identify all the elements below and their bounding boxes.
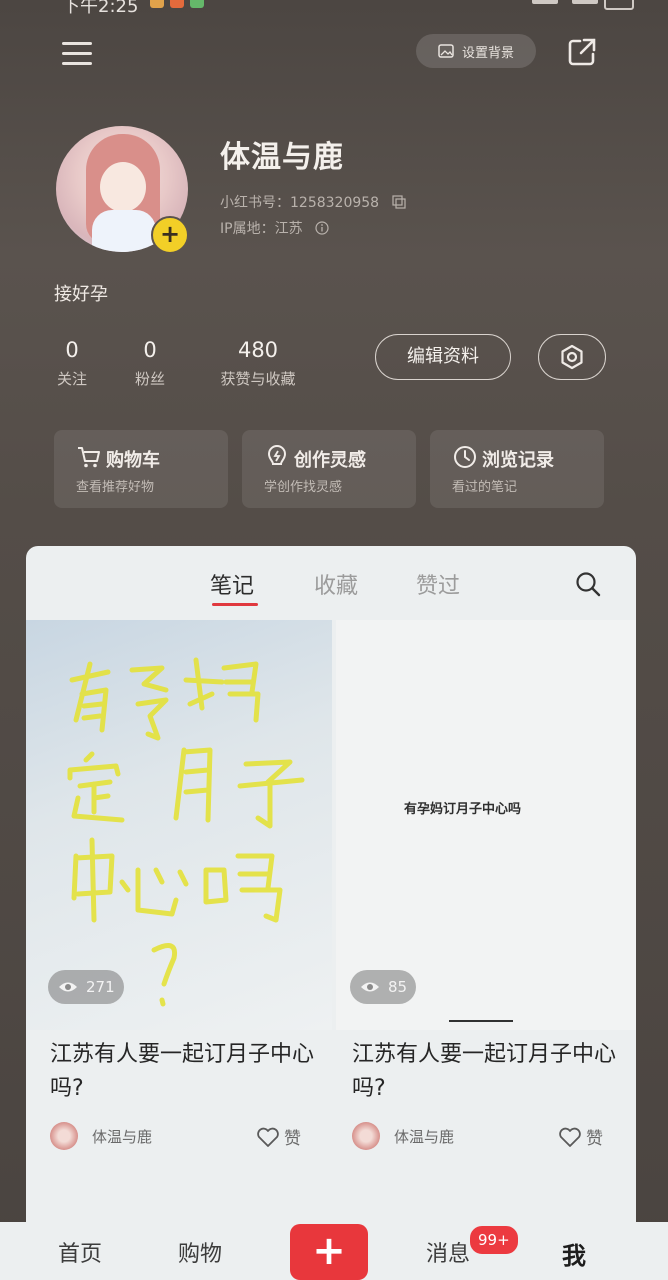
stat-number: 480 bbox=[237, 338, 279, 362]
set-background-label: 设置背景 bbox=[461, 45, 514, 61]
eye-icon bbox=[59, 982, 77, 992]
card-subtitle: 看过的笔记 bbox=[452, 480, 518, 495]
tab-collections[interactable]: 收藏 bbox=[314, 568, 358, 600]
handwriting-drawing bbox=[67, 657, 305, 1007]
stat-label: 关注 bbox=[56, 370, 87, 388]
eye-icon bbox=[361, 982, 379, 992]
profile-bio: 接好孕 bbox=[54, 284, 108, 305]
create-post-button[interactable]: + bbox=[290, 1224, 368, 1280]
battery-icon bbox=[604, 0, 634, 10]
profile-ip-text: IP属地：江苏 bbox=[220, 221, 303, 237]
card-title: 购物车 bbox=[106, 450, 160, 471]
tab-notes[interactable]: 笔记 bbox=[210, 568, 254, 600]
nav-me[interactable]: 我 bbox=[562, 1236, 586, 1271]
stat-label: 获赞与收藏 bbox=[220, 370, 296, 388]
card-title: 创作灵感 bbox=[294, 450, 366, 471]
add-avatar-icon[interactable]: + bbox=[151, 216, 189, 254]
card-shopping-cart[interactable]: 购物车 查看推荐好物 bbox=[54, 430, 228, 508]
message-badge: 99+ bbox=[468, 1224, 520, 1256]
card-subtitle: 查看推荐好物 bbox=[76, 480, 155, 495]
edit-profile-button[interactable]: 编辑资料 bbox=[375, 334, 511, 380]
search-icon[interactable] bbox=[574, 570, 602, 598]
cart-icon bbox=[78, 447, 100, 468]
status-time: 下午2:25 bbox=[62, 0, 139, 17]
profile-name: 体温与鹿 bbox=[220, 140, 344, 175]
status-bar: 下午2:25 bbox=[0, 0, 668, 20]
nav-home[interactable]: 首页 bbox=[58, 1236, 102, 1268]
author-avatar[interactable] bbox=[352, 1122, 380, 1150]
stat-label: 粉丝 bbox=[134, 370, 165, 388]
stat-number: 0 bbox=[143, 338, 157, 362]
profile-screen: 下午2:25 设置背景 + 体温与鹿 小红书号：1258320958 IP属地：… bbox=[0, 0, 668, 1280]
stat-following[interactable]: 0 关注 bbox=[54, 338, 90, 389]
nav-shop[interactable]: 购物 bbox=[178, 1236, 222, 1268]
image-icon bbox=[438, 44, 454, 58]
copy-icon[interactable] bbox=[391, 195, 406, 209]
status-app-icons bbox=[150, 0, 204, 8]
share-icon[interactable] bbox=[566, 36, 598, 68]
app-notification-icon bbox=[150, 0, 164, 8]
stat-number: 0 bbox=[65, 338, 79, 362]
gear-icon bbox=[561, 344, 583, 370]
divider bbox=[449, 1020, 513, 1022]
settings-button[interactable] bbox=[538, 334, 606, 380]
like-button[interactable]: 赞 bbox=[256, 1124, 301, 1149]
nav-messages[interactable]: 消息 bbox=[426, 1236, 470, 1268]
stat-followers[interactable]: 0 粉丝 bbox=[132, 338, 168, 389]
bulb-icon bbox=[267, 444, 287, 465]
like-label: 赞 bbox=[586, 1129, 603, 1149]
note-cover-text: 有孕妈订月子中心吗 bbox=[404, 802, 522, 817]
note-title[interactable]: 江苏有人要一起订月子中心吗? bbox=[352, 1038, 622, 1106]
view-count: 85 bbox=[350, 970, 416, 1004]
card-title: 浏览记录 bbox=[482, 450, 554, 471]
note-cover-image[interactable] bbox=[26, 620, 332, 1030]
view-count: 271 bbox=[48, 970, 124, 1004]
author-avatar[interactable] bbox=[50, 1122, 78, 1150]
profile-id: 小红书号：1258320958 bbox=[220, 192, 406, 212]
info-icon[interactable] bbox=[315, 221, 329, 235]
set-background-button[interactable]: 设置背景 bbox=[416, 34, 536, 68]
app-notification-icon bbox=[190, 0, 204, 8]
view-count-text: 271 bbox=[86, 978, 115, 996]
note-cover-image[interactable] bbox=[336, 620, 636, 1030]
profile-id-text: 小红书号：1258320958 bbox=[220, 195, 380, 211]
profile-ip: IP属地：江苏 bbox=[220, 218, 329, 238]
author-name[interactable]: 体温与鹿 bbox=[92, 1126, 152, 1147]
like-button[interactable]: 赞 bbox=[558, 1124, 603, 1149]
stat-likes-collects[interactable]: 480 获赞与收藏 bbox=[212, 338, 304, 389]
author-name[interactable]: 体温与鹿 bbox=[394, 1126, 454, 1147]
like-label: 赞 bbox=[284, 1129, 301, 1149]
app-notification-icon bbox=[170, 0, 184, 8]
card-inspiration[interactable]: 创作灵感 学创作找灵感 bbox=[242, 430, 416, 508]
menu-icon[interactable] bbox=[62, 42, 92, 68]
card-history[interactable]: 浏览记录 看过的笔记 bbox=[430, 430, 604, 508]
clock-icon bbox=[454, 446, 476, 468]
active-tab-indicator bbox=[212, 603, 258, 606]
heart-icon bbox=[559, 1127, 581, 1147]
card-subtitle: 学创作找灵感 bbox=[264, 480, 343, 495]
tab-liked[interactable]: 赞过 bbox=[416, 568, 460, 600]
signal-icon bbox=[532, 0, 598, 4]
heart-icon bbox=[257, 1127, 279, 1147]
note-title[interactable]: 江苏有人要一起订月子中心吗? bbox=[50, 1038, 320, 1106]
view-count-text: 85 bbox=[388, 978, 408, 996]
